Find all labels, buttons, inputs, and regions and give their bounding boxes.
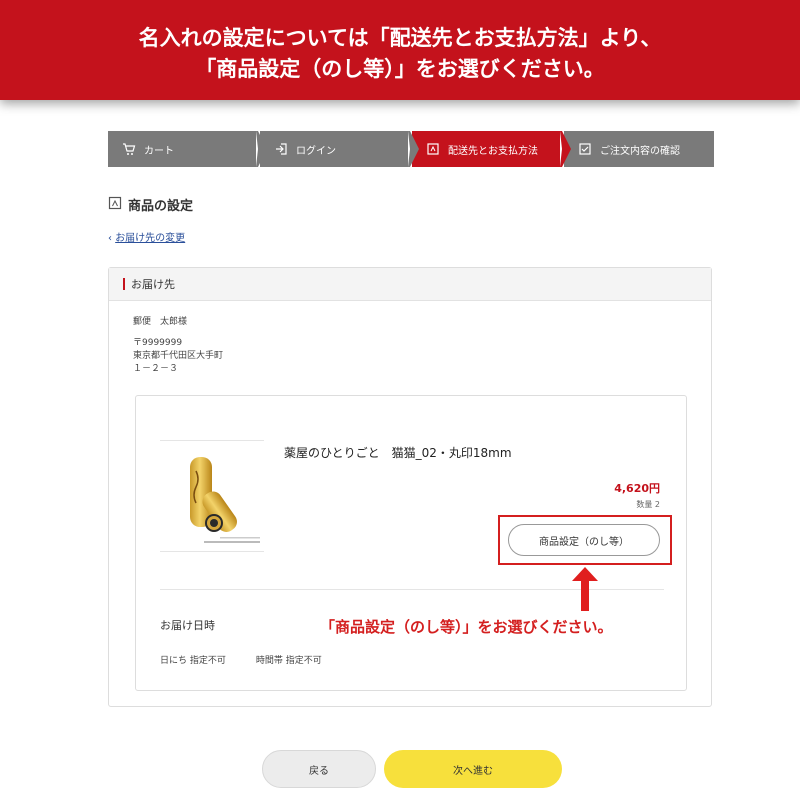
delivery-date-row: 日にち 指定不可 時間帯 指定不可 [160,653,322,666]
recipient-name: 郵便 太郎様 [133,317,188,327]
product-settings-button[interactable]: 商品設定（のし等） [508,524,660,556]
next-button[interactable]: 次へ進む [384,750,562,788]
step-confirm: ご注文内容の確認 [564,131,714,167]
card-header: お届け先 [109,268,711,301]
step-shipping-payment: 配送先とお支払方法 [412,131,571,167]
postal-code: 〒9999999 [133,338,183,348]
document-icon [426,142,440,156]
delivery-time-value: 時間帯 指定不可 [255,656,322,666]
header-accent-bar [123,278,125,290]
banner-line-1: 名入れの設定については「配送先とお支払方法」より、 [138,26,662,50]
checkout-steps: カート ログイン 配送先とお支払方法 ご注文内容の確認 [108,131,714,167]
card-header-label: お届け先 [131,278,175,291]
page-title: 商品の設定 [108,195,193,214]
login-icon [274,142,288,156]
product-image [160,440,264,552]
delivery-card: お届け先 郵便 太郎様 〒9999999 東京都千代田区大手町 １－２－３ 薬屋… [108,267,712,707]
step-label: カート [144,145,174,157]
delivery-date-title: お届け日時 [160,619,215,632]
checkbox-icon [578,142,592,156]
step-cart: カート [108,131,267,167]
arrow-up-icon [572,567,598,611]
banner-line-2: 「商品設定（のし等）」をお選びください。 [195,57,605,81]
product-box: 薬屋のひとりごと 猫猫_02・丸印18mm 4,620円 数量 2 商品設定（の… [135,395,687,691]
document-icon [108,196,122,214]
product-name: 薬屋のひとりごと 猫猫_02・丸印18mm [284,446,512,460]
instruction-banner: 名入れの設定については「配送先とお支払方法」より、 「商品設定（のし等）」をお選… [0,0,800,100]
product-price: 4,620円 [614,482,660,495]
product-quantity: 数量 2 [636,500,660,509]
step-label: ログイン [296,145,336,157]
cart-icon [122,142,136,156]
page-title-text: 商品の設定 [128,199,194,214]
change-address-link[interactable]: ‹ お届け先の変更 [108,229,185,244]
step-label: ご注文内容の確認 [600,145,680,157]
step-label: 配送先とお支払方法 [448,145,538,157]
step-login: ログイン [260,131,419,167]
back-button[interactable]: 戻る [262,750,376,788]
callout-text: 「商品設定（のし等）」をお選びください。 [320,618,613,636]
delivery-date-value: 日にち 指定不可 [160,656,226,666]
address-line-2: １－２－３ [133,364,179,374]
address-line-1: 東京都千代田区大手町 [133,351,224,361]
delivery-address: 郵便 太郎様 〒9999999 東京都千代田区大手町 １－２－３ [133,316,223,376]
back-link-label: お届け先の変更 [115,233,186,244]
